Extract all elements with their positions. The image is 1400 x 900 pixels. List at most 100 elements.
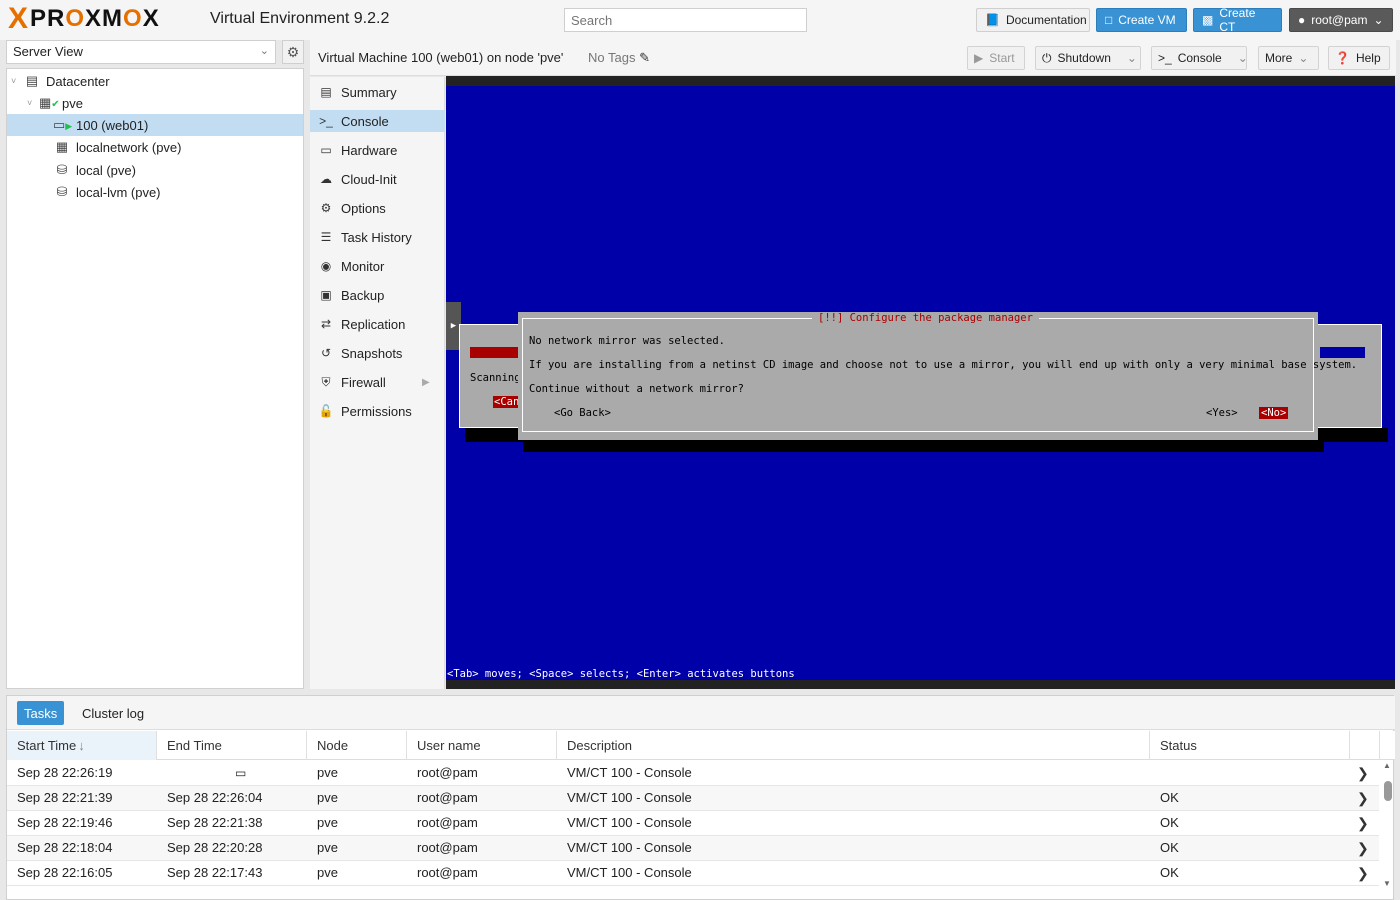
logo-part: PR	[30, 5, 66, 32]
cell-description: VM/CT 100 - Console	[567, 865, 692, 880]
table-row[interactable]: Sep 28 22:18:04 Sep 28 22:20:28 pve root…	[7, 836, 1379, 861]
scroll-down-icon[interactable]: ▼	[1383, 879, 1391, 888]
tags-editor[interactable]: No Tags ✎	[588, 50, 650, 66]
help-button[interactable]: ❓ Help	[1328, 46, 1390, 70]
nav-item-label: Monitor	[341, 258, 385, 274]
table-row[interactable]: Sep 28 22:26:19 ▭ pve root@pam VM/CT 100…	[7, 761, 1379, 786]
retweet-icon: ⇄	[320, 317, 332, 331]
create-vm-button[interactable]: □ Create VM	[1096, 8, 1187, 32]
cell-user: root@pam	[417, 765, 478, 780]
no-button[interactable]: <No>	[1259, 407, 1289, 419]
nav-item-label: Console	[341, 113, 389, 129]
vm-nav: ▤ Summary >_ Console ▭ Hardware ☁ Cloud-Init…	[310, 77, 445, 689]
chevron-right-icon: ▶	[450, 321, 457, 331]
table-row[interactable]: Sep 28 22:19:46 Sep 28 22:21:38 pve root…	[7, 811, 1379, 836]
nav-item-cloud-init[interactable]: ☁ Cloud-Init	[310, 168, 445, 190]
cell-description: VM/CT 100 - Console	[567, 815, 692, 830]
search-input[interactable]	[564, 8, 807, 32]
list-icon: ☰	[320, 230, 332, 244]
chevron-right-icon[interactable]: ❯	[1357, 761, 1369, 785]
cell-node: pve	[317, 865, 338, 880]
yes-button[interactable]: <Yes>	[1206, 407, 1238, 419]
app-version: Virtual Environment 9.2.2	[210, 10, 390, 27]
column-label: Description	[567, 738, 633, 753]
tree-item-pve[interactable]: ˅ ▦✔ pve	[7, 92, 303, 114]
create-ct-button[interactable]: ▩ Create CT	[1193, 6, 1282, 34]
chevron-right-icon[interactable]: ❯	[1357, 836, 1369, 860]
cell-end-time: Sep 28 22:17:43	[167, 865, 263, 880]
tab-tasks[interactable]: Tasks	[17, 701, 65, 725]
dialog-line: No network mirror was selected.	[529, 335, 725, 347]
nav-item-label: Replication	[341, 316, 406, 332]
chevron-down-icon[interactable]: ⌄	[1238, 51, 1248, 65]
scrollbar-thumb[interactable]	[1384, 781, 1392, 801]
chevron-right-icon[interactable]: ❯	[1357, 811, 1369, 835]
table-row[interactable]: Sep 28 22:16:05 Sep 28 22:17:43 pve root…	[7, 861, 1379, 886]
cell-description: VM/CT 100 - Console	[567, 765, 692, 780]
cube-icon: ▩	[1202, 13, 1214, 27]
vm-console[interactable]: ▶ Scanning <Can [!!] Configure the packa…	[446, 76, 1395, 689]
nav-item-monitor[interactable]: ◉ Monitor	[310, 255, 445, 277]
nav-item-hardware[interactable]: ▭ Hardware	[310, 139, 445, 161]
column-node[interactable]: Node	[307, 731, 407, 760]
nav-item-options[interactable]: ⚙ Options	[310, 197, 445, 219]
resource-tree: ˅ ▤ Datacenter ˅ ▦✔ pve ▭▶ 100 (web01) ▦…	[6, 68, 304, 689]
cell-user: root@pam	[417, 815, 478, 830]
view-selector[interactable]: Server View ⌄	[6, 40, 276, 64]
chevron-right-icon[interactable]: ❯	[1357, 861, 1369, 885]
tasks-scrollbar[interactable]: ▲ ▼	[1381, 761, 1394, 891]
nav-item-label: Summary	[341, 84, 397, 100]
nav-item-task-history[interactable]: ☰ Task History	[310, 226, 445, 248]
column-actions	[1350, 731, 1380, 760]
start-button[interactable]: ▶ Start	[967, 46, 1025, 70]
create-ct-label: Create CT	[1219, 6, 1256, 34]
shield-icon: ⛨	[321, 374, 331, 389]
more-button[interactable]: More ⌄	[1258, 46, 1319, 70]
cell-status: OK	[1160, 790, 1179, 805]
column-user-name[interactable]: User name	[407, 731, 557, 760]
tree-expander-icon: ˅	[27, 98, 33, 108]
nav-item-replication[interactable]: ⇄ Replication	[310, 313, 445, 335]
column-end-time[interactable]: End Time	[157, 731, 307, 760]
storage-icon: ⛁	[56, 184, 68, 199]
chevron-right-icon[interactable]: ❯	[1357, 786, 1369, 810]
logo-part: O	[123, 5, 143, 32]
scroll-up-icon[interactable]: ▲	[1383, 761, 1391, 770]
shutdown-button[interactable]: ⏻ Shutdown ⌄	[1035, 46, 1141, 70]
nav-item-summary[interactable]: ▤ Summary	[310, 81, 445, 103]
nav-item-console[interactable]: >_ Console	[310, 110, 445, 132]
tree-item-local[interactable]: ⛁ local (pve)	[7, 159, 303, 181]
tasks-tabbar: Tasks Cluster log	[7, 696, 1395, 730]
column-status[interactable]: Status	[1150, 731, 1350, 760]
nav-item-backup[interactable]: ▣ Backup	[310, 284, 445, 306]
documentation-button[interactable]: 📘 Documentation	[976, 8, 1090, 32]
terminal-icon: >_	[319, 114, 333, 128]
logo-x: X	[8, 2, 29, 35]
nav-item-label: Options	[341, 200, 386, 216]
user-menu-button[interactable]: ● root@pam ⌄	[1289, 8, 1393, 32]
console-button[interactable]: >_ Console ⌄	[1151, 46, 1248, 70]
nav-item-permissions[interactable]: 🔓 Permissions	[310, 400, 445, 422]
nav-item-label: Task History	[341, 229, 412, 245]
vm-title: Virtual Machine 100 (web01) on node 'pve…	[318, 50, 564, 65]
chevron-down-icon[interactable]: ⌄	[1127, 51, 1137, 65]
dialog-shadow	[523, 440, 1324, 452]
go-back-button[interactable]: <Go Back>	[554, 407, 611, 419]
tree-expander-icon: ˅	[11, 76, 17, 86]
tree-item-vm-100[interactable]: ▭▶ 100 (web01)	[7, 114, 303, 136]
nav-item-snapshots[interactable]: ↺ Snapshots	[310, 342, 445, 364]
tab-cluster-log[interactable]: Cluster log	[75, 701, 151, 725]
create-vm-label: Create VM	[1118, 13, 1176, 27]
console-top-bar	[446, 76, 1395, 86]
dialog-title: [!!] Configure the package manager	[812, 312, 1039, 324]
column-start-time[interactable]: Start Time ↓	[7, 731, 157, 760]
top-header: X PROXMOX Virtual Environment 9.2.2 📘 Do…	[0, 0, 1400, 40]
tree-item-localnetwork[interactable]: ▦ localnetwork (pve)	[7, 136, 303, 158]
table-row[interactable]: Sep 28 22:21:39 Sep 28 22:26:04 pve root…	[7, 786, 1379, 811]
tree-settings-button[interactable]: ⚙	[282, 40, 304, 64]
nav-item-firewall[interactable]: ⛨ Firewall ▶	[310, 371, 445, 393]
tree-item-datacenter[interactable]: ˅ ▤ Datacenter	[7, 70, 303, 92]
cell-end-time: Sep 28 22:20:28	[167, 840, 263, 855]
column-description[interactable]: Description	[557, 731, 1150, 760]
tree-item-local-lvm[interactable]: ⛁ local-lvm (pve)	[7, 181, 303, 203]
